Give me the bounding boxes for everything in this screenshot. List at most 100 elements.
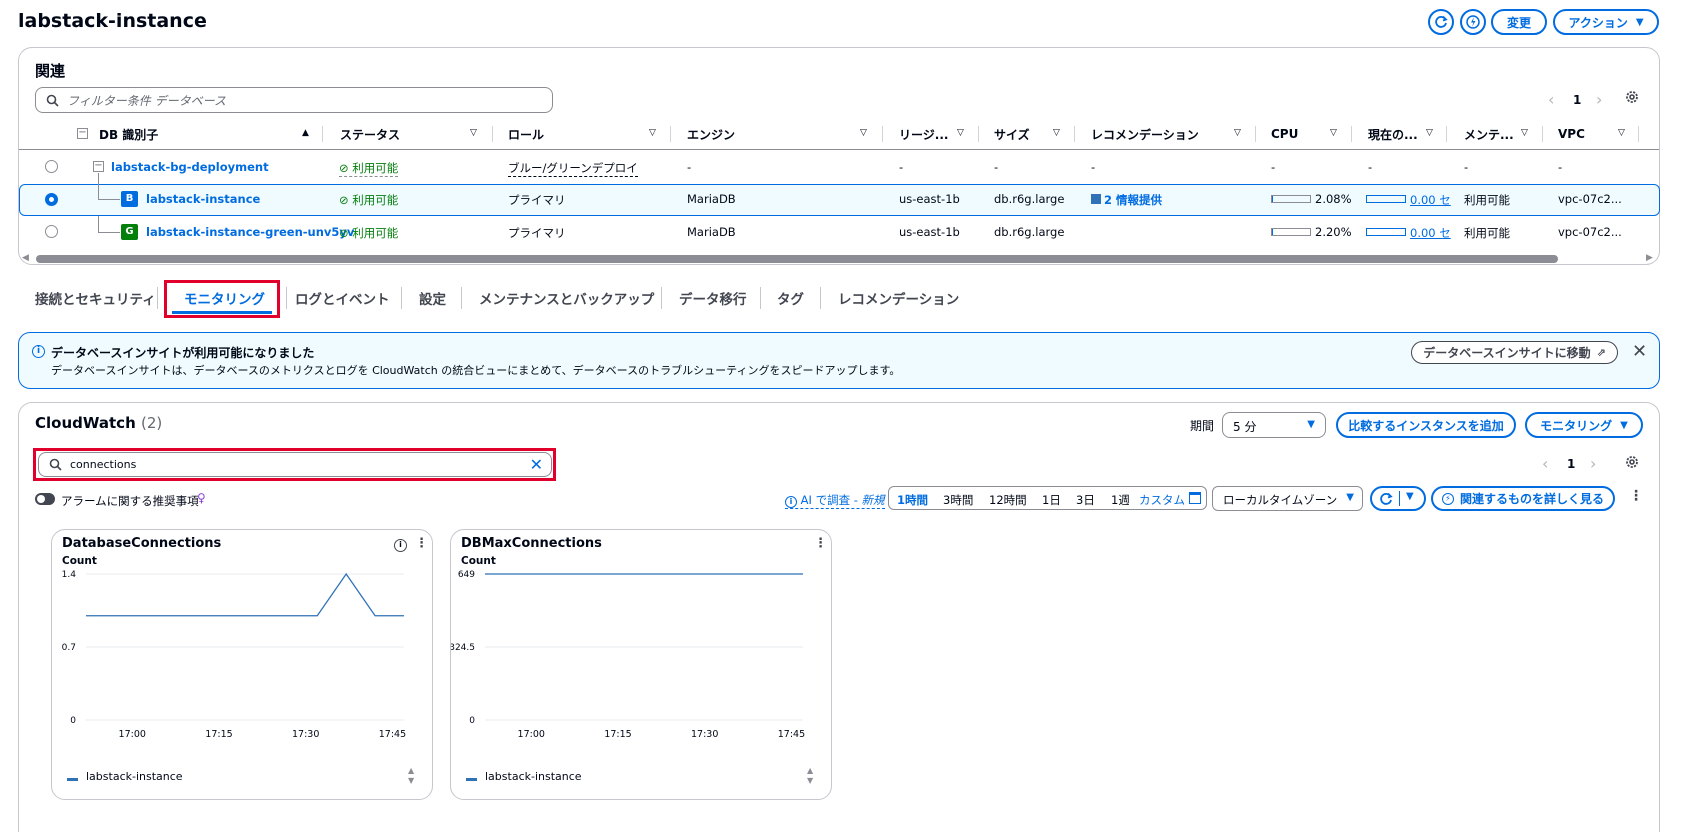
filter-icon[interactable]: ▽ — [649, 128, 656, 138]
tab-monitoring[interactable]: モニタリング — [184, 288, 265, 308]
range-1d[interactable]: 1日 — [1042, 492, 1061, 508]
role-cell: プライマリ — [508, 226, 566, 240]
tab-data-migration[interactable]: データ移行 — [679, 288, 747, 308]
banner-body: データベースインサイトは、データベースのメトリクスとログを CloudWatch… — [51, 364, 901, 377]
page-number[interactable]: 1 — [1573, 93, 1581, 107]
row-radio[interactable] — [45, 225, 58, 238]
metric-search-input[interactable]: connections ✕ — [38, 452, 552, 477]
range-3d[interactable]: 3日 — [1076, 492, 1095, 508]
filter-icon[interactable]: ▽ — [860, 128, 867, 138]
col-engine[interactable]: エンジン — [687, 125, 735, 143]
row-radio[interactable] — [45, 160, 58, 173]
settings-icon[interactable] — [1624, 454, 1640, 473]
tab-maintenance-backup[interactable]: メンテナンスとバックアップ — [479, 288, 654, 308]
col-role[interactable]: ロール — [508, 125, 544, 143]
alarm-toggle[interactable] — [35, 493, 55, 505]
alarm-toggle-label: アラームに関する推奨事項 — [61, 494, 199, 508]
tab-configuration[interactable]: 設定 — [419, 288, 446, 308]
check-circle-icon: ⊘ — [339, 193, 349, 207]
more-options-icon[interactable]: ⋮ — [1629, 488, 1643, 504]
cpu-cell: - — [1271, 160, 1276, 174]
tab-connectivity[interactable]: 接続とセキュリティ — [35, 288, 156, 308]
filter-icon[interactable]: ▽ — [957, 128, 964, 138]
refresh-icon — [1435, 15, 1448, 28]
row-radio-selected[interactable] — [45, 193, 58, 206]
next-page-icon[interactable]: › — [1596, 90, 1602, 109]
current-link[interactable]: 0.00 セ — [1410, 192, 1451, 208]
tab-recommendations[interactable]: レコメンデーション — [838, 288, 959, 308]
expand-icon[interactable]: − — [93, 161, 104, 172]
filter-icon[interactable]: ▽ — [1234, 128, 1241, 138]
refresh-split-button[interactable]: ▼ — [1370, 486, 1426, 511]
close-icon[interactable]: ✕ — [1632, 341, 1647, 362]
next-page-icon[interactable]: › — [1590, 454, 1596, 473]
filter-icon[interactable]: ▽ — [1521, 128, 1528, 138]
rec-link[interactable]: 2 情報提供 — [1104, 192, 1162, 208]
rec-cell: - — [1091, 160, 1096, 174]
green-badge-icon: G — [121, 224, 138, 240]
filter-icon[interactable]: ▽ — [1618, 128, 1625, 138]
page-number[interactable]: 1 — [1567, 457, 1575, 471]
legend-scroll-icon[interactable]: ▲ ▼ — [807, 766, 813, 786]
tab-logs-events[interactable]: ログとイベント — [295, 288, 390, 308]
refresh-button[interactable] — [1428, 9, 1454, 35]
ai-investigate-link[interactable]: i AI で調査 - 新規 — [785, 492, 885, 509]
engine-cell: - — [687, 160, 692, 174]
modify-button[interactable]: 変更 — [1491, 9, 1547, 35]
settings-icon[interactable] — [1624, 89, 1640, 108]
clear-icon[interactable]: ✕ — [530, 455, 543, 474]
col-db-id[interactable]: DB 識別子 — [99, 125, 158, 143]
go-to-insights-button[interactable]: データベースインサイトに移動 ⇗ — [1411, 341, 1618, 364]
lightning-button[interactable] — [1460, 9, 1486, 35]
col-status[interactable]: ステータス — [340, 125, 400, 143]
tab-tags[interactable]: タグ — [777, 288, 804, 308]
range-1h[interactable]: 1時間 — [897, 492, 928, 508]
calendar-icon[interactable] — [1189, 492, 1201, 504]
filter-icon[interactable]: ▽ — [470, 128, 477, 138]
chart-plot: 1.4 0.7 0 17:00 17:15 17:30 17:45 — [62, 570, 406, 740]
period-label: 期間 — [1190, 419, 1215, 433]
explore-related-button[interactable]: ⚡ 関連するものを詳しく見る — [1431, 486, 1615, 511]
monitoring-dropdown-button[interactable]: モニタリング ▼ — [1525, 412, 1643, 438]
prev-page-icon[interactable]: ‹ — [1542, 454, 1548, 473]
col-maintenance[interactable]: メンテ... — [1464, 125, 1514, 143]
col-size[interactable]: サイズ — [994, 125, 1030, 143]
sort-asc-icon[interactable]: ▲ — [302, 128, 309, 138]
range-1w[interactable]: 1週 — [1111, 492, 1129, 508]
db-id-link[interactable]: labstack-instance-green-unv5yv — [146, 225, 354, 239]
collapse-all-icon[interactable]: − — [77, 128, 88, 139]
range-12h[interactable]: 12時間 — [989, 492, 1027, 508]
chart-database-connections: DatabaseConnections i ⋮ Count 1.4 0.7 0 17:… — [51, 529, 433, 800]
scroll-right-icon[interactable]: ▶ — [1646, 253, 1653, 263]
cpu-bar — [1271, 228, 1311, 236]
period-select[interactable]: 5 分 ▼ — [1222, 412, 1326, 438]
col-current[interactable]: 現在の... — [1368, 125, 1418, 143]
range-custom[interactable]: カスタム — [1139, 492, 1185, 508]
search-icon — [49, 458, 62, 471]
horizontal-scrollbar[interactable] — [36, 255, 1558, 263]
scroll-left-icon[interactable]: ◀ — [22, 253, 29, 263]
col-recommendation[interactable]: レコメンデーション — [1091, 125, 1199, 143]
col-cpu[interactable]: CPU — [1271, 125, 1298, 143]
status-available: ⊘ 利用可能 — [339, 193, 399, 207]
actions-button[interactable]: アクション ▼ — [1553, 9, 1659, 35]
y-tick-label: 0.7 — [62, 643, 76, 653]
timezone-select[interactable]: ローカルタイムゾーン ▼ — [1212, 486, 1363, 511]
prev-page-icon[interactable]: ‹ — [1548, 90, 1554, 109]
filter-icon[interactable]: ▽ — [1053, 128, 1060, 138]
filter-icon[interactable]: ▽ — [1426, 128, 1433, 138]
filter-icon[interactable]: ▽ — [1330, 128, 1337, 138]
range-3h[interactable]: 3時間 — [943, 492, 973, 508]
x-tick-label: 17:30 — [691, 729, 718, 740]
add-compare-instance-button[interactable]: 比較するインスタンスを追加 — [1336, 412, 1516, 438]
current-link[interactable]: 0.00 セ — [1410, 225, 1451, 241]
status-available: ⊘ 利用可能 — [339, 226, 399, 240]
legend-scroll-icon[interactable]: ▲ ▼ — [408, 766, 414, 786]
check-circle-icon: ⊘ — [339, 226, 349, 240]
role-cell[interactable]: ブルー/グリーンデプロイ — [508, 160, 638, 177]
db-id-link[interactable]: labstack-bg-deployment — [111, 160, 269, 174]
col-region[interactable]: リージ... — [899, 125, 948, 143]
col-vpc[interactable]: VPC — [1558, 125, 1585, 143]
related-filter-input[interactable]: フィルター条件 データベース — [35, 87, 553, 113]
db-id-link[interactable]: labstack-instance — [146, 192, 260, 206]
